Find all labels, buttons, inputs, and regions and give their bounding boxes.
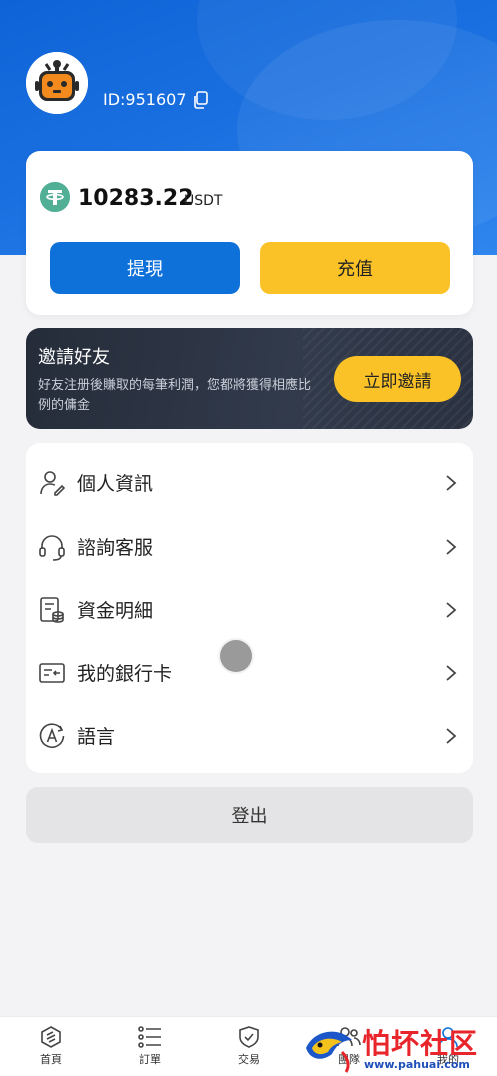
tab-home[interactable]: 首頁 [11,1021,91,1075]
menu-item-label: 個人資訊 [77,473,154,495]
menu-item-label: 資金明細 [77,600,154,622]
menu-item-fund-details[interactable]: 資金明細 [26,578,473,641]
logout-button[interactable]: 登出 [26,787,473,843]
user-edit-icon [38,469,66,497]
tab-trade[interactable]: 交易 [209,1021,289,1075]
ledger-icon [38,596,66,624]
withdraw-button[interactable]: 提現 [50,242,240,294]
invite-banner[interactable]: 邀請好友 好友注册後賺取的每筆利潤，您都將獲得相應比例的傭金 立即邀請 [26,328,473,429]
language-icon [38,722,66,750]
menu-item-customer-service[interactable]: 諮詢客服 [26,515,473,578]
usdt-icon [40,182,70,212]
orders-icon [138,1026,161,1048]
menu-item-label: 我的銀行卡 [77,663,173,685]
invite-description: 好友注册後賺取的每筆利潤，您都將獲得相應比例的傭金 [38,378,312,413]
menu-item-language[interactable]: 語言 [26,704,473,767]
user-id: ID:951607 [103,90,209,109]
recharge-button[interactable]: 充值 [260,242,450,294]
menu-item-personal-info[interactable]: 個人資訊 [26,451,473,514]
robot-avatar-icon [26,52,88,114]
balance-card: 10283.22 USDT 提現 充值 [26,151,473,315]
invite-title: 邀請好友 [38,347,110,368]
chevron-right-icon [445,474,457,492]
tab-label: 首頁 [40,1053,62,1066]
watermark-text: 怕坏社区 [362,1027,479,1060]
copy-icon[interactable] [193,90,209,109]
bank-card-icon [38,659,66,687]
chevron-right-icon [445,664,457,682]
watermark-url: www.pahuai.com [364,1058,470,1071]
chevron-right-icon [445,727,457,745]
chevron-right-icon [445,538,457,556]
headset-icon [38,533,66,561]
tab-label: 交易 [238,1053,260,1066]
touch-indicator [220,640,252,672]
tab-label: 訂單 [139,1053,161,1066]
tab-orders[interactable]: 訂單 [110,1021,190,1075]
invite-now-button[interactable]: 立即邀請 [334,356,461,402]
menu-item-label: 語言 [77,726,116,748]
user-id-text: ID:951607 [103,90,187,109]
chevron-right-icon [445,601,457,619]
avatar[interactable] [26,52,88,114]
balance-amount: 10283.22 [78,186,194,211]
watermark: 怕坏社区 www.pahuai.com [300,1018,497,1076]
home-icon [41,1026,61,1048]
menu-item-label: 諮詢客服 [77,537,154,559]
trade-icon [239,1026,259,1048]
menu-card: 個人資訊 諮詢客服 資金明細 我的銀行卡 語言 [26,443,473,773]
balance-unit: USDT [184,193,223,209]
fish-logo-icon [306,1031,352,1073]
